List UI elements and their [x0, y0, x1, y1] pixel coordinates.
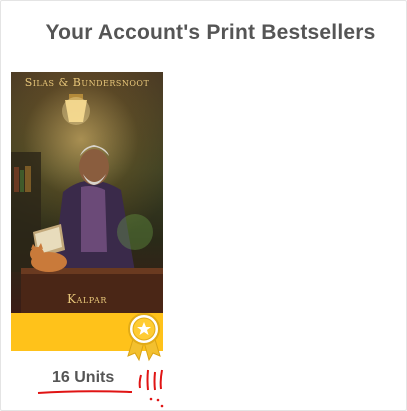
award-ribbon-icon: [127, 313, 161, 362]
book-cover[interactable]: Silas & Bundersnoot Kalpar: [11, 72, 163, 313]
panel-title: Your Account's Print Bestsellers: [45, 21, 376, 44]
cover-title: Silas & Bundersnoot: [24, 76, 150, 89]
book-tile[interactable]: Silas & Bundersnoot Kalpar: [11, 72, 163, 351]
cover-art: [11, 94, 163, 313]
units-sold: 16 Units: [52, 369, 115, 386]
cover-author: Kalpar: [66, 292, 108, 306]
